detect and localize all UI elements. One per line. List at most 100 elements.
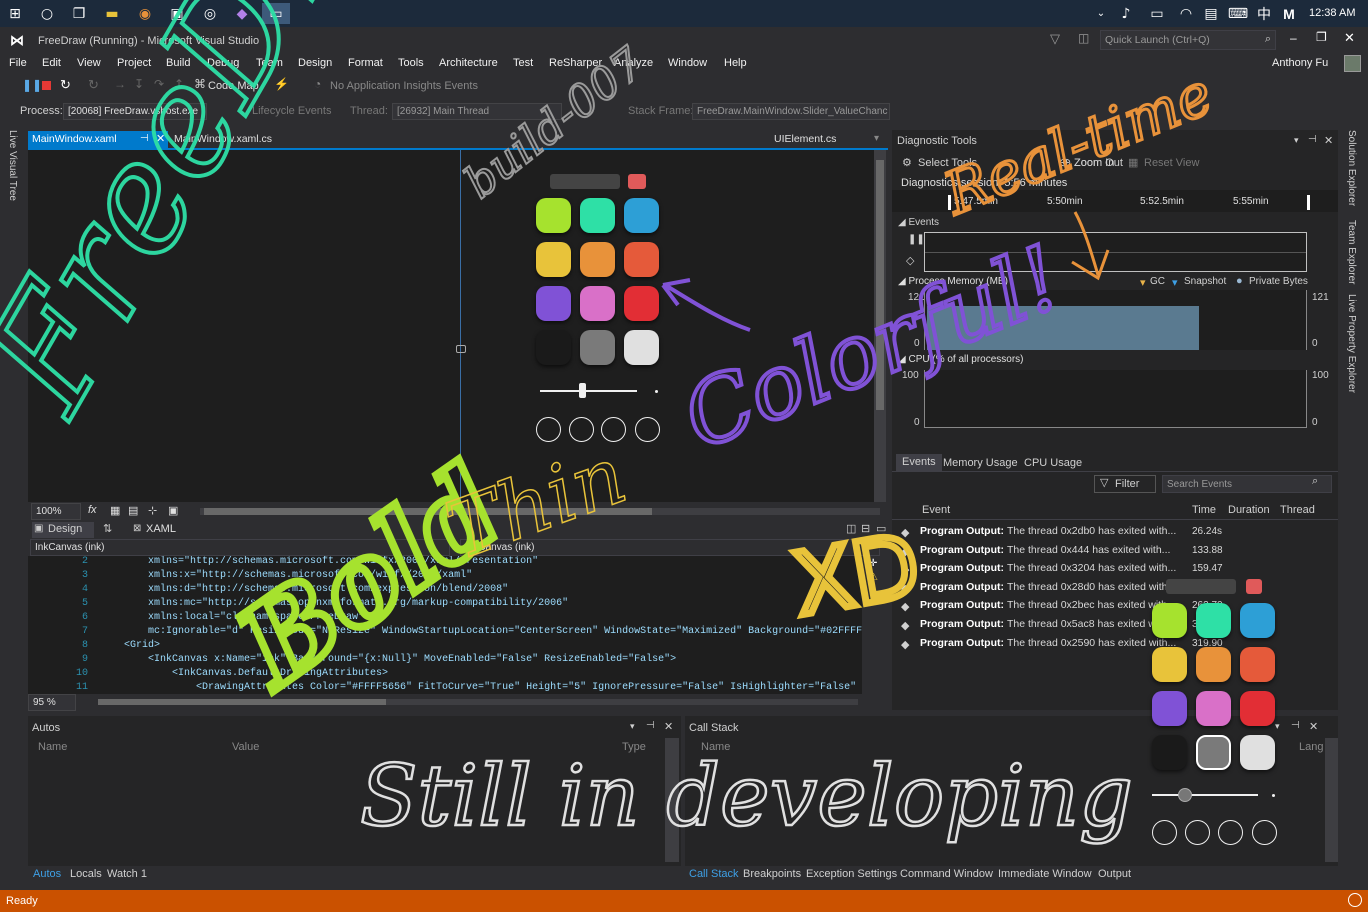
color-swatch[interactable] [536,286,571,321]
tab-breakpoints[interactable]: Breakpoints [743,868,801,880]
code-line[interactable]: xmlns:x="http://schemas.microsoft.com/wi… [100,570,472,584]
size-slider-thumb[interactable] [1178,788,1192,802]
menu-analyze[interactable]: Analyze [614,57,653,69]
splitter-handle[interactable] [456,345,466,353]
tab-cpu-usage[interactable]: CPU Usage [1024,457,1082,469]
zoom-combo[interactable]: 100% [31,503,81,520]
restart-icon[interactable]: ↻ [60,77,71,93]
menu-design[interactable]: Design [298,57,332,69]
color-swatch[interactable] [1196,647,1231,682]
step-over-icon[interactable]: ↷ [154,77,164,91]
team-explorer-tab[interactable]: Team Explorer [1346,220,1357,284]
color-swatch[interactable] [1196,603,1231,638]
event-row[interactable]: Program Output: The thread 0x2db0 has exi… [920,525,1180,543]
pin-icon[interactable]: ⊣ [1291,720,1300,731]
freedraw-taskbar-icon[interactable]: ▭ [262,3,290,24]
events-section-label[interactable]: ◢ Events [898,217,939,228]
tab-output[interactable]: Output [1098,868,1131,880]
ime-mode-icon[interactable]: M [1278,3,1300,24]
tool-button-3[interactable] [601,417,626,442]
code-line[interactable]: <InkCanvas x:Name="ink" Background="{x:N… [100,654,676,668]
menu-project[interactable]: Project [117,57,151,69]
warning-icon[interactable]: ⚠ [869,572,878,583]
process-combo[interactable]: [20068] FreeDraw.vshost.exe [63,103,207,120]
color-swatch[interactable] [580,286,615,321]
select-tools-button[interactable]: Select Tools [918,157,977,169]
tab-events[interactable]: Events [896,454,942,472]
code-line[interactable]: xmlns:local="clr-namespace:FreeDraw" [100,612,364,626]
show-next-statement-icon[interactable]: → [114,77,126,91]
tab-uielement-cs[interactable]: UIElement.cs [770,131,840,148]
palette-active-color[interactable] [1246,579,1262,594]
solution-explorer-tab[interactable]: Solution Explorer [1346,130,1357,206]
tab-watch-1[interactable]: Watch 1 [107,868,147,880]
refresh-icon[interactable]: ↻ [88,77,99,93]
scroll-thumb[interactable] [204,508,652,515]
tool-button-2[interactable] [1185,820,1210,845]
code-line[interactable]: xmlns:mc="http://schemas.openxmlformats.… [100,598,568,612]
menu-debug[interactable]: Debug [207,57,239,69]
scroll-thumb[interactable] [876,160,884,410]
color-swatch[interactable] [1152,603,1187,638]
color-swatch[interactable] [580,330,615,365]
col-time[interactable]: Time [1192,504,1216,516]
col-name[interactable]: Name [38,741,67,753]
grid-icon[interactable]: ▦ [110,504,120,517]
reset-view-button[interactable]: Reset View [1144,157,1199,169]
step-into-icon[interactable]: ↧ [134,77,144,91]
code-horizontal-scrollbar[interactable] [98,699,858,705]
cpu-chart[interactable] [924,370,1307,428]
cpu-section-label[interactable]: ◢ CPU (% of all processors) [898,354,1024,365]
col-event[interactable]: Event [922,504,950,516]
code-line[interactable]: xmlns:d="http://schemas.microsoft.com/ex… [100,584,508,598]
designer-scrollbar[interactable] [874,150,886,502]
pause-icon[interactable]: ❚❚ [22,78,42,92]
media-icon[interactable]: ◎ [199,3,221,24]
keyboard-icon[interactable]: ⌨ [1227,3,1249,24]
color-swatch[interactable] [536,242,571,277]
search-icon[interactable]: ⌕ [1312,475,1318,488]
hot-reload-icon[interactable]: ⚡ [274,77,289,91]
notification-icon[interactable] [1348,893,1362,907]
event-row[interactable]: Program Output: The thread 0x3204 has exi… [920,562,1180,580]
menu-file[interactable]: File [9,57,27,69]
color-swatch[interactable] [536,198,571,233]
effects-icon[interactable]: fx [88,504,97,516]
stack-frame-combo[interactable]: FreeDraw.MainWindow.Slider_ValueChanc [692,103,890,120]
menu-architecture[interactable]: Architecture [439,57,498,69]
menu-tools[interactable]: Tools [398,57,424,69]
color-swatch[interactable] [1240,647,1275,682]
menu-test[interactable]: Test [513,57,533,69]
col-type[interactable]: Type [622,741,646,753]
call-stack-scrollbar[interactable] [1325,738,1338,862]
color-swatch[interactable] [624,242,659,277]
tab-exception-settings[interactable]: Exception Settings [806,868,897,880]
tab-immediate-window[interactable]: Immediate Window [998,868,1092,880]
close-tab-icon[interactable]: ✕ [156,132,165,145]
menu-format[interactable]: Format [348,57,383,69]
feedback-icon[interactable]: ◫ [1078,31,1089,45]
dropdown-icon[interactable]: ▾ [630,721,635,732]
tab-call-stack[interactable]: Call Stack [689,868,739,880]
color-swatch[interactable] [580,242,615,277]
thread-combo[interactable]: [26932] Main Thread [392,103,562,120]
code-zoom-combo[interactable]: 95 % [28,694,76,711]
minimize-icon[interactable]: – [1290,31,1297,45]
left-element-combo[interactable]: InkCanvas (ink) [30,539,450,556]
notification-icon[interactable]: ▤ [1200,3,1222,24]
color-swatch[interactable] [536,330,571,365]
close-icon[interactable]: ✕ [1309,720,1318,733]
menu-resharper[interactable]: ReSharper [549,57,602,69]
scroll-thumb[interactable] [98,699,386,705]
color-swatch[interactable] [624,286,659,321]
tab-locals[interactable]: Locals [70,868,102,880]
chrome-icon[interactable]: ◉ [134,3,156,24]
col-lang[interactable]: Lang [1299,741,1323,753]
tool-button-4[interactable] [1252,820,1277,845]
color-swatch[interactable] [1196,691,1231,726]
color-swatch[interactable] [1240,735,1275,770]
right-element-combo[interactable]: InkCanvas (ink) [460,539,880,556]
filter-icon[interactable]: ▽ [1050,31,1060,47]
color-swatch[interactable] [580,198,615,233]
timeline-start-handle[interactable] [948,195,951,210]
